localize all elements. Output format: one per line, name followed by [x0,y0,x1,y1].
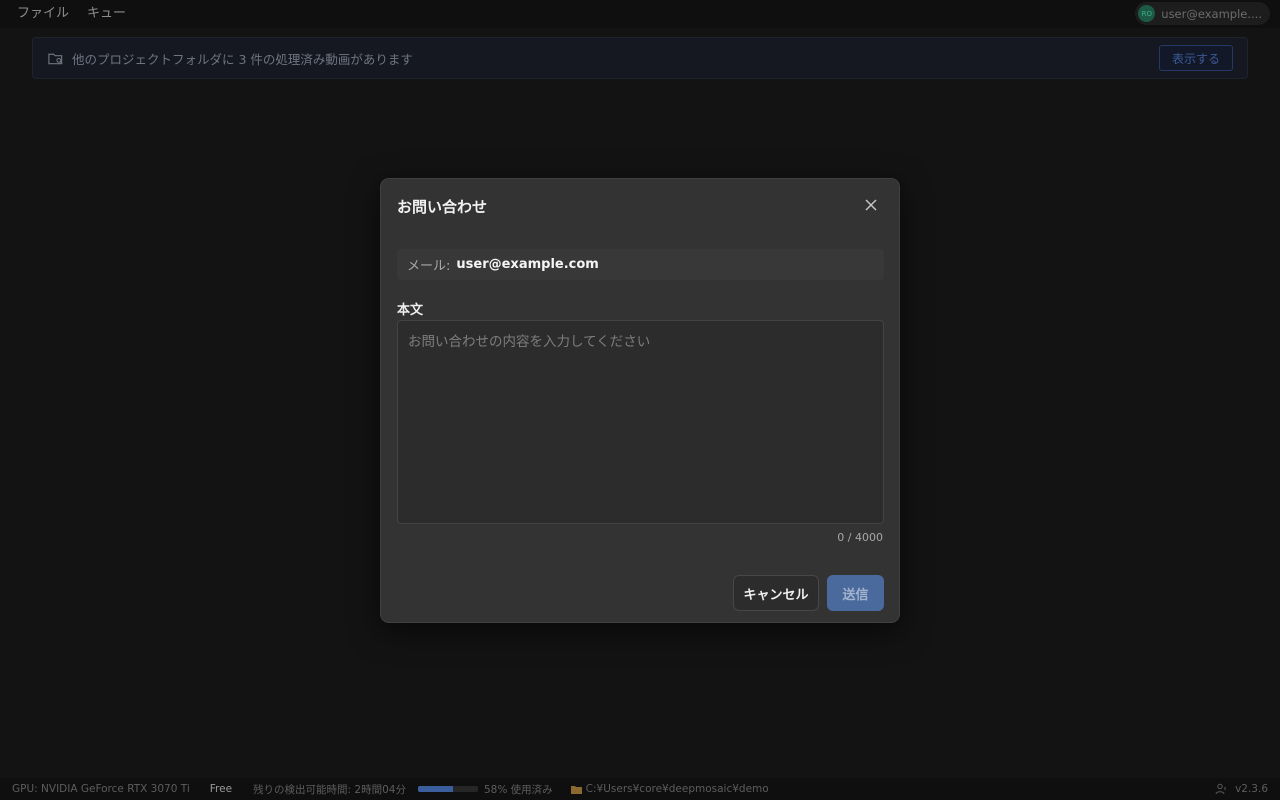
dialog-title: お問い合わせ [397,198,488,216]
menu-bar: ファイル キュー RO user@example.... [0,0,1280,28]
email-label: メール: [407,259,451,274]
send-button[interactable]: 送信 [827,575,884,611]
plan-badge: Free [209,783,233,795]
remaining-time: 残りの検出可能時間: 2時間04分 [253,783,406,796]
version-label: v2.3.6 [1235,783,1268,795]
cancel-button[interactable]: キャンセル [733,575,819,611]
project-path[interactable]: C:¥Users¥core¥deepmosaic¥demo [586,783,1280,795]
person-add-icon[interactable] [1215,783,1227,795]
contact-dialog: お問い合わせ メール: user@example.com 本文 0 / 4000… [380,178,900,623]
email-row: メール: user@example.com [397,249,884,280]
folder-search-icon [48,53,63,64]
usage-progress-bar [417,786,478,792]
processed-videos-banner: 他のプロジェクトフォルダに 3 件の処理済み動画があります 表示する [32,37,1248,79]
avatar: RO [1138,5,1156,22]
usage-text: 58% 使用済み [483,783,553,796]
usage-progress-fill [417,786,453,792]
body-textarea[interactable] [397,320,884,524]
email-value: user@example.com [456,257,599,272]
close-icon[interactable] [863,197,879,213]
char-count: 0 / 4000 [837,531,883,544]
folder-icon [570,785,582,794]
body-label: 本文 [397,303,424,318]
menu-file[interactable]: ファイル [0,0,78,28]
status-right: v2.3.6 [1215,783,1268,795]
show-button[interactable]: 表示する [1158,45,1233,71]
banner-text: 他のプロジェクトフォルダに 3 件の処理済み動画があります [72,51,413,67]
account-email: user@example.... [1161,6,1262,21]
gpu-info: GPU: NVIDIA GeForce RTX 3070 Ti [12,783,190,795]
status-bar: GPU: NVIDIA GeForce RTX 3070 Ti Free 残りの… [0,778,1280,800]
account-button[interactable]: RO user@example.... [1135,2,1270,25]
menu-queue[interactable]: キュー [78,0,135,28]
